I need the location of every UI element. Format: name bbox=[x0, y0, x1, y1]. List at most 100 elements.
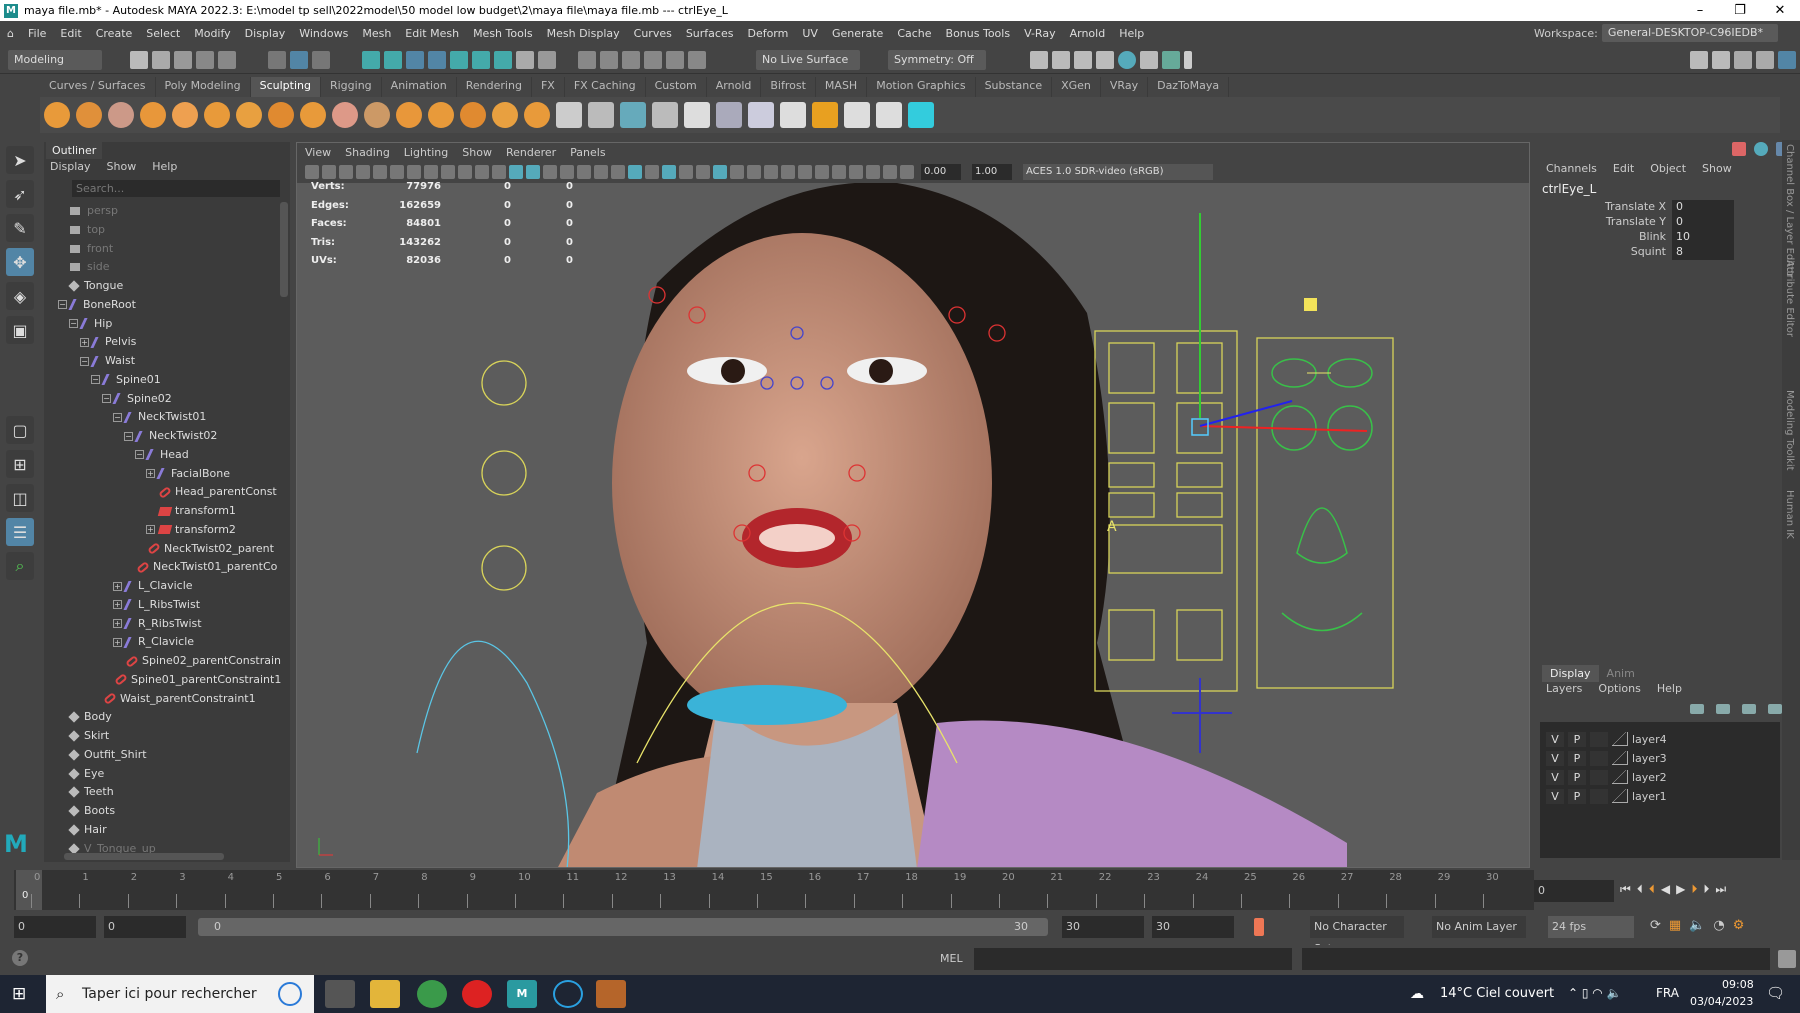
file-explorer-icon[interactable] bbox=[370, 980, 400, 1008]
layer-row[interactable]: V Player4 bbox=[1546, 730, 1667, 748]
viewport-tool-icon[interactable] bbox=[390, 165, 404, 179]
menu-edit[interactable]: Edit bbox=[53, 27, 88, 40]
side-tab[interactable]: Modeling Toolkit bbox=[1784, 390, 1795, 471]
channel-menu-show[interactable]: Show bbox=[1702, 162, 1732, 175]
outliner-item[interactable]: NeckTwist01_parentCo bbox=[124, 558, 277, 576]
paint-select-icon[interactable]: ✎ bbox=[6, 214, 34, 242]
move-tool-icon[interactable]: ✥ bbox=[6, 248, 34, 276]
outliner-item[interactable]: Skirt bbox=[68, 727, 109, 745]
outliner-item[interactable]: Tongue bbox=[68, 277, 123, 295]
outliner-item[interactable]: − NeckTwist01 bbox=[113, 408, 206, 426]
layer-row[interactable]: V Player3 bbox=[1546, 749, 1667, 767]
channel-row[interactable]: Squint 8 bbox=[1538, 245, 1778, 260]
live-surface-field[interactable]: No Live Surface bbox=[756, 50, 860, 70]
shelf-tool-icon[interactable] bbox=[332, 102, 358, 128]
viewport-tool-icon[interactable] bbox=[798, 165, 812, 179]
help-line-icon[interactable]: ? bbox=[12, 950, 28, 966]
shelf-tool-icon[interactable] bbox=[428, 102, 454, 128]
viewport-tool-icon[interactable] bbox=[815, 165, 829, 179]
anim-layer-dropdown[interactable]: No Anim Layer bbox=[1432, 916, 1526, 938]
shelf-tool-icon[interactable] bbox=[44, 102, 70, 128]
expand-toggle[interactable]: + bbox=[80, 337, 89, 347]
outliner-item[interactable]: Hair bbox=[68, 821, 107, 839]
side-tab[interactable]: Channel Box / Layer Editor bbox=[1784, 144, 1795, 277]
render-view-icon[interactable] bbox=[1030, 51, 1048, 69]
menu-surfaces[interactable]: Surfaces bbox=[679, 27, 741, 40]
viewport-menu-renderer[interactable]: Renderer bbox=[506, 146, 556, 159]
move-layer-down-icon[interactable] bbox=[1716, 704, 1730, 714]
layer-name[interactable]: layer2 bbox=[1632, 771, 1667, 784]
shelf-tab-rigging[interactable]: Rigging bbox=[321, 77, 382, 97]
opera-icon[interactable] bbox=[462, 980, 492, 1008]
menu-edit-mesh[interactable]: Edit Mesh bbox=[398, 27, 466, 40]
menu-deform[interactable]: Deform bbox=[740, 27, 795, 40]
expand-toggle[interactable]: + bbox=[146, 469, 155, 478]
outliner-item[interactable]: − Head bbox=[135, 446, 189, 464]
snap-surface-icon[interactable] bbox=[428, 51, 446, 69]
save-scene-icon[interactable] bbox=[174, 51, 192, 69]
viewport-tool-icon[interactable] bbox=[764, 165, 778, 179]
speed-icon[interactable] bbox=[1754, 142, 1768, 156]
shelf-tool-icon[interactable] bbox=[780, 102, 806, 128]
symmetry-dropdown[interactable]: Symmetry: Off bbox=[888, 50, 986, 70]
outliner-item[interactable]: + transform2 bbox=[146, 521, 236, 539]
outliner-layout-icon[interactable]: ☰ bbox=[6, 518, 34, 546]
go-to-start-icon[interactable]: ⏮ bbox=[1620, 882, 1631, 897]
select-component-icon[interactable] bbox=[312, 51, 330, 69]
menu-display[interactable]: Display bbox=[238, 27, 293, 40]
modeling-toolkit-icon[interactable] bbox=[1690, 51, 1708, 69]
two-view-icon[interactable]: ◫ bbox=[6, 484, 34, 512]
viewport-tool-icon[interactable] bbox=[356, 165, 370, 179]
tool-settings-icon[interactable] bbox=[1756, 51, 1774, 69]
prev-key-icon[interactable]: ⏴ bbox=[1649, 882, 1655, 897]
outliner-item[interactable]: Spine02_parentConstrain bbox=[113, 652, 281, 670]
visibility-toggle[interactable]: V bbox=[1546, 731, 1564, 747]
expand-toggle[interactable]: − bbox=[58, 300, 67, 310]
outliner-item[interactable]: top bbox=[70, 221, 105, 239]
outliner-item[interactable]: transform1 bbox=[146, 502, 236, 520]
side-tab[interactable]: Attribute Editor bbox=[1784, 260, 1795, 337]
lock-icon[interactable] bbox=[516, 51, 534, 69]
outliner-item[interactable]: + FacialBone bbox=[146, 465, 230, 483]
shelf-tool-icon[interactable] bbox=[76, 102, 102, 128]
menu-uv[interactable]: UV bbox=[795, 27, 825, 40]
tab-display[interactable]: Display bbox=[1542, 665, 1599, 682]
single-view-icon[interactable]: ▢ bbox=[6, 416, 34, 444]
shelf-tab-vray[interactable]: VRay bbox=[1101, 77, 1149, 97]
move-layer-up-icon[interactable] bbox=[1690, 704, 1704, 714]
workspace-dropdown[interactable]: General-DESKTOP-C96IEDB* bbox=[1601, 24, 1778, 42]
outliner-item[interactable]: + R_Clavicle bbox=[113, 633, 194, 651]
shelf-tool-icon[interactable] bbox=[556, 102, 582, 128]
command-input[interactable] bbox=[974, 948, 1292, 970]
menu-modify[interactable]: Modify bbox=[187, 27, 237, 40]
menuset-dropdown[interactable]: Modeling bbox=[8, 50, 102, 70]
attribute-editor-icon[interactable] bbox=[1734, 51, 1752, 69]
outliner-item[interactable]: − Waist bbox=[80, 352, 135, 370]
viewport-tool-icon[interactable] bbox=[322, 165, 336, 179]
shelf-tab-arnold[interactable]: Arnold bbox=[707, 77, 762, 97]
loop-icon[interactable]: ⟳ bbox=[1650, 918, 1661, 933]
outliner-item[interactable]: Eye bbox=[68, 765, 104, 783]
render-setup-icon[interactable] bbox=[1140, 51, 1158, 69]
outliner-item[interactable]: + Pelvis bbox=[80, 333, 136, 351]
viewport-tool-icon[interactable] bbox=[611, 165, 625, 179]
channel-value[interactable]: 0 bbox=[1672, 200, 1734, 215]
viewport-tool-icon[interactable] bbox=[679, 165, 693, 179]
select-object-icon[interactable] bbox=[290, 51, 308, 69]
shelf-tab-animation[interactable]: Animation bbox=[382, 77, 457, 97]
viewport-tool-icon[interactable] bbox=[373, 165, 387, 179]
ipr-render-icon[interactable] bbox=[1074, 51, 1092, 69]
expand-toggle[interactable]: − bbox=[91, 375, 100, 385]
cinema-icon[interactable] bbox=[553, 980, 583, 1008]
layer-menu-options[interactable]: Options bbox=[1598, 682, 1640, 695]
range-slider[interactable]: 0 30 bbox=[198, 918, 1048, 936]
channel-row[interactable]: Translate Y0 bbox=[1538, 215, 1778, 230]
channel-box-icon[interactable] bbox=[1778, 51, 1796, 69]
side-tab[interactable]: Human IK bbox=[1784, 490, 1795, 539]
viewport-tool-icon[interactable] bbox=[883, 165, 897, 179]
outliner-menu-show[interactable]: Show bbox=[107, 160, 137, 173]
shelf-tool-icon[interactable] bbox=[716, 102, 742, 128]
menu-curves[interactable]: Curves bbox=[627, 27, 679, 40]
visibility-toggle[interactable]: V bbox=[1546, 750, 1564, 766]
outliner-item[interactable]: Boots bbox=[68, 802, 115, 820]
